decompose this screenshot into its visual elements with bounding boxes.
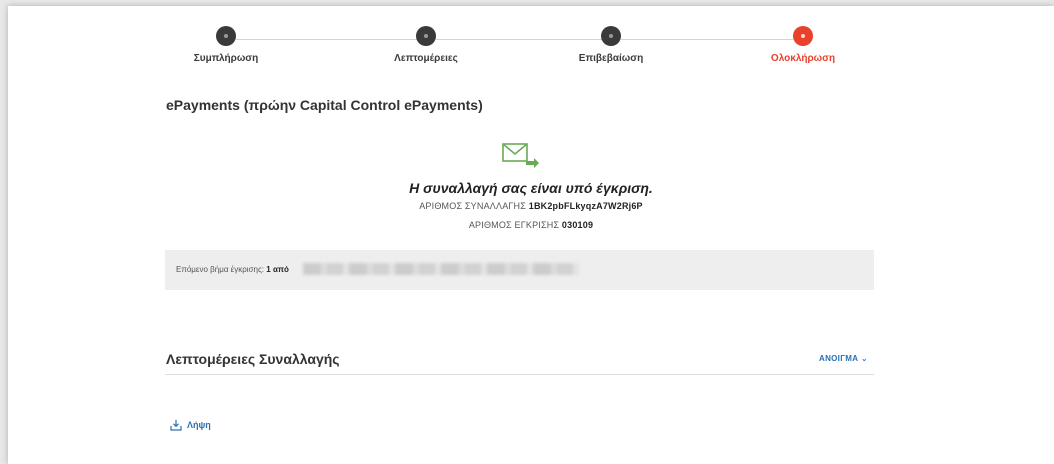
step-confirmation: Επιβεβαίωση	[541, 26, 681, 64]
approval-number-label: ΑΡΙΘΜΟΣ ΕΓΚΡΙΣΗΣ	[468, 220, 560, 230]
download-icon	[170, 420, 182, 431]
page-title: ePayments (πρώην Capital Control ePaymen…	[166, 97, 483, 113]
step-dot	[601, 26, 621, 46]
redacted-approvers	[303, 263, 579, 275]
section-divider	[165, 374, 874, 375]
progress-stepper: Συμπλήρωση Λεπτομέρειες Επιβεβαίωση Ολοκ…	[8, 6, 1054, 76]
download-label: Λήψη	[187, 420, 211, 430]
step-dot-active	[793, 26, 813, 46]
transaction-number-line: ΑΡΙΘΜΟΣ ΣΥΝΑΛΛΑΓΗΣ 1BK2pbFLkyqzA7W2Rj6P	[8, 201, 1054, 211]
expand-details-label: ΑΝΟΙΓΜΑ	[819, 354, 859, 363]
next-approval-step-panel: Επόμενο βήμα έγκρισης: 1 από	[165, 250, 874, 290]
page-window: Συμπλήρωση Λεπτομέρειες Επιβεβαίωση Ολοκ…	[8, 6, 1054, 464]
transaction-number-label: ΑΡΙΘΜΟΣ ΣΥΝΑΛΛΑΓΗΣ	[419, 201, 527, 211]
download-button[interactable]: Λήψη	[170, 419, 211, 431]
step-completion: Συμπλήρωση	[156, 26, 296, 64]
step-dot	[216, 26, 236, 46]
step-label: Συμπλήρωση	[193, 53, 259, 64]
transaction-details-title: Λεπτομέρειες Συναλλαγής	[166, 351, 340, 367]
expand-details-button[interactable]: ΑΝΟΙΓΜΑ ⌄	[819, 354, 868, 363]
step-details: Λεπτομέρειες	[356, 26, 496, 64]
transaction-number-value: 1BK2pbFLkyqzA7W2Rj6P	[528, 201, 643, 211]
chevron-down-icon: ⌄	[860, 354, 868, 363]
step-dot	[416, 26, 436, 46]
step-finish: Ολοκλήρωση	[733, 26, 873, 64]
next-step-label: Επόμενο βήμα έγκρισης:	[176, 265, 265, 274]
step-label: Επιβεβαίωση	[578, 53, 644, 64]
approval-number-line: ΑΡΙΘΜΟΣ ΕΓΚΡΙΣΗΣ 030109	[8, 220, 1054, 230]
status-message: Η συναλλαγή σας είναι υπό έγκριση.	[409, 180, 653, 196]
step-label: Ολοκλήρωση	[770, 53, 836, 64]
approval-number-value: 030109	[561, 220, 594, 230]
next-step-count: 1 από	[266, 265, 289, 274]
mail-forward-icon	[502, 141, 540, 176]
step-label: Λεπτομέρειες	[394, 53, 458, 64]
next-step-text: Επόμενο βήμα έγκρισης: 1 από	[176, 265, 289, 274]
